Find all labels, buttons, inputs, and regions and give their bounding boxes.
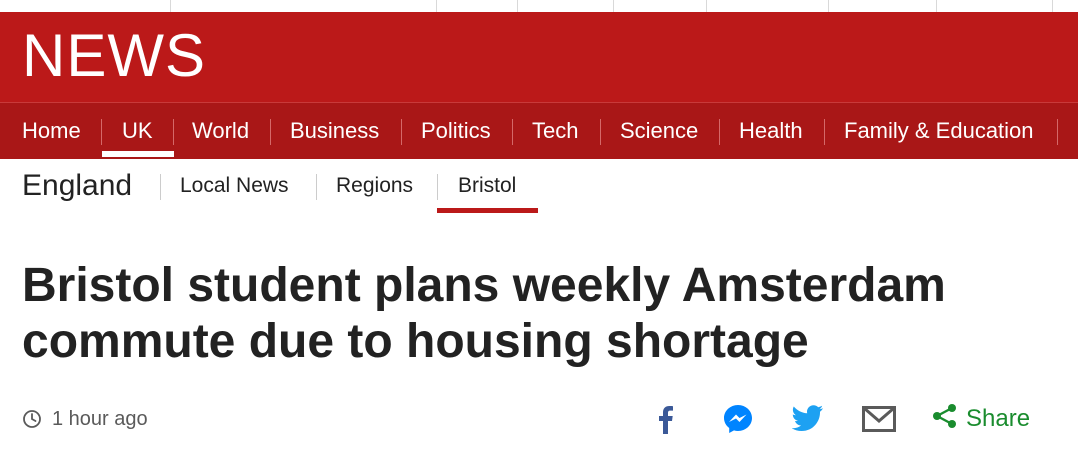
- masthead: NEWS: [0, 12, 1078, 102]
- subnav-section-title[interactable]: England: [22, 168, 132, 204]
- strip-divider: [706, 0, 707, 12]
- nav-active-indicator: [102, 151, 174, 157]
- twitter-icon[interactable]: [791, 402, 825, 436]
- subnav-item-bristol[interactable]: Bristol: [458, 172, 516, 200]
- subnav-active-indicator: [437, 208, 538, 213]
- news-logo[interactable]: NEWS: [22, 26, 206, 86]
- share-button[interactable]: Share: [932, 402, 1030, 436]
- messenger-icon[interactable]: [721, 402, 755, 436]
- nav-item-family-education[interactable]: Family & Education: [844, 103, 1034, 159]
- subnav-divider: [437, 174, 438, 200]
- nav-divider: [401, 119, 402, 145]
- nav-divider: [101, 119, 102, 145]
- strip-divider: [828, 0, 829, 12]
- strip-divider: [170, 0, 171, 12]
- article-timestamp: 1 hour ago: [22, 405, 148, 433]
- strip-divider: [936, 0, 937, 12]
- share-icon: [932, 403, 958, 436]
- subnav-divider: [160, 174, 161, 200]
- facebook-icon[interactable]: [648, 402, 682, 436]
- nav-divider: [600, 119, 601, 145]
- nav-item-business[interactable]: Business: [290, 103, 379, 159]
- nav-divider: [173, 119, 174, 145]
- nav-divider: [1057, 119, 1058, 145]
- subnav-item-local-news[interactable]: Local News: [180, 172, 289, 200]
- timestamp-text: 1 hour ago: [52, 407, 148, 430]
- article-headline: Bristol student plans weekly Amsterdam c…: [22, 259, 946, 368]
- nav-divider: [270, 119, 271, 145]
- clock-icon: [22, 409, 42, 429]
- nav-divider: [719, 119, 720, 145]
- strip-divider: [613, 0, 614, 12]
- subnav-item-regions[interactable]: Regions: [336, 172, 413, 200]
- nav-item-world[interactable]: World: [192, 103, 249, 159]
- strip-divider: [517, 0, 518, 12]
- nav-item-tech[interactable]: Tech: [532, 103, 578, 159]
- strip-divider: [436, 0, 437, 12]
- nav-item-health[interactable]: Health: [739, 103, 803, 159]
- nav-item-home[interactable]: Home: [22, 103, 81, 159]
- nav-divider: [824, 119, 825, 145]
- nav-item-politics[interactable]: Politics: [421, 103, 491, 159]
- nav-item-science[interactable]: Science: [620, 103, 698, 159]
- nav-divider: [512, 119, 513, 145]
- strip-divider: [1052, 0, 1053, 12]
- subnav-divider: [316, 174, 317, 200]
- share-label: Share: [966, 405, 1031, 432]
- email-icon[interactable]: [862, 402, 896, 436]
